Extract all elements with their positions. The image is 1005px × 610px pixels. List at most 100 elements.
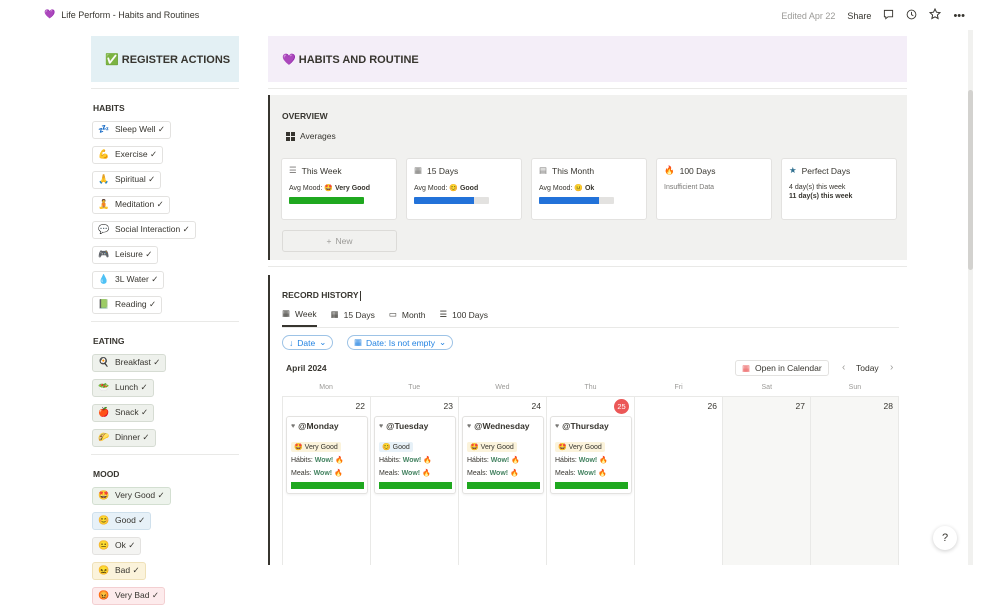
open-in-calendar-button[interactable]: ▦ Open in Calendar [735, 360, 829, 376]
scrollbar-thumb[interactable] [968, 90, 973, 270]
page-title[interactable]: Life Perform - Habits and Routines [61, 10, 199, 20]
card-15-days[interactable]: ▦ 15 Days Avg Mood: 😊 Good [406, 158, 522, 220]
action-button[interactable]: 🍎 Snack ✓ [92, 403, 155, 422]
action-button[interactable]: 💧 3L Water ✓ [92, 270, 165, 289]
breadcrumb[interactable]: 💜 Life Perform - Habits and Routines [44, 9, 199, 20]
action-button[interactable]: 💪 Exercise ✓ [92, 145, 164, 164]
calendar-day-cell[interactable]: 27 [723, 397, 811, 565]
action-button[interactable]: 💤 Sleep Well ✓ [92, 120, 171, 139]
action-button[interactable]: 😖 Bad ✓ [92, 561, 146, 580]
entry-title: @Tuesday [386, 421, 429, 431]
history-icon[interactable] [906, 9, 917, 23]
day-number: 23 [443, 401, 453, 411]
mood-tag-label: Good [392, 444, 410, 451]
comment-icon[interactable] [883, 9, 894, 23]
tab-week[interactable]: ▦ Week [282, 308, 317, 327]
habits-value: Wow! 🔥 [314, 457, 344, 464]
chevron-right-icon[interactable]: › [890, 362, 893, 373]
chevron-left-icon[interactable]: ‹ [842, 362, 845, 373]
progress-bar [379, 482, 452, 489]
calendar-icon: ▦ [742, 362, 751, 373]
action-button[interactable]: 🍳 Breakfast ✓ [92, 353, 167, 372]
button-label: 3L Water ✓ [115, 274, 159, 284]
card-perfect-days[interactable]: ★ Perfect Days 4 day(s) this week 11 day(… [781, 158, 897, 220]
more-options-icon[interactable]: ••• [953, 10, 965, 22]
meals-line: Meals: Wow! 🔥 [555, 469, 627, 477]
divider [91, 88, 239, 89]
star-icon[interactable] [929, 7, 942, 23]
button-label: Bad ✓ [115, 565, 140, 575]
day-of-week: Mon [319, 384, 333, 391]
calendar-day-cell[interactable]: 25 ♥ @Thursday 🤩 Very Good Hábits: Wow! 🔥 Mea… [547, 397, 635, 565]
calendar-day-cell[interactable]: 22 ♥ @Monday 🤩 Very Good Hábits: Wow! 🔥 Meals… [283, 397, 371, 565]
progress-bar [289, 197, 364, 204]
button-label: Good ✓ [115, 515, 146, 525]
emoji-icon: 💧 [98, 274, 110, 284]
card-this-month[interactable]: ▤ This Month Avg Mood: 😐 Ok [531, 158, 647, 220]
tab-month[interactable]: ▭ Month [389, 308, 426, 327]
filter-label: Date [297, 337, 316, 348]
habits-button-list: 💤 Sleep Well ✓ 💪 Exercise ✓ 🙏 Spiritual ✓ 🧘 Med… [91, 119, 239, 319]
calendar-day-cell[interactable]: 23 ♥ @Tuesday 😊 Good Hábits: Wow! 🔥 Meals: Wo… [371, 397, 459, 565]
chevron-down-icon: ⌄ [319, 337, 327, 347]
card-100-days[interactable]: 🔥 100 Days Insufficient Data [656, 158, 772, 220]
calendar-day-cell[interactable]: 28 [811, 397, 899, 565]
card-this-week[interactable]: ☰ This Week Avg Mood: 🤩 Very Good [281, 158, 397, 220]
calendar-day-cell[interactable]: 24 ♥ @Wednesday 🤩 Very Good Hábits: Wow! 🔥 Me… [459, 397, 547, 565]
heart-icon: ♥ [291, 422, 296, 430]
sort-date-filter[interactable]: ↓ Date ⌄ [282, 335, 334, 350]
entry-card[interactable]: ♥ @Wednesday 🤩 Very Good Hábits: Wow! 🔥 Meal… [462, 416, 544, 494]
entry-card[interactable]: ♥ @Tuesday 😊 Good Hábits: Wow! 🔥 Meals: Wow!… [374, 416, 456, 494]
button-label: Lunch ✓ [115, 382, 148, 392]
averages-view-tab[interactable]: Averages [286, 131, 336, 141]
meals-line: Meals: Wow! 🔥 [379, 469, 451, 477]
text-cursor [359, 290, 361, 301]
register-actions-column: ✅ REGISTER ACTIONS HABITS 💤 Sleep Well ✓ 💪… [91, 36, 239, 610]
mood-emoji-icon: 😊 [449, 185, 458, 192]
date-not-empty-filter[interactable]: ▦ Date: Is not empty ⌄ [347, 335, 454, 350]
entry-title: @Wednesday [474, 421, 530, 431]
action-button[interactable]: 😡 Very Bad ✓ [92, 586, 165, 605]
entry-card[interactable]: ♥ @Monday 🤩 Very Good Hábits: Wow! 🔥 Meals: … [286, 416, 368, 494]
edited-timestamp: Edited Apr 22 [781, 10, 836, 21]
action-button[interactable]: 💬 Social Interaction ✓ [92, 220, 196, 239]
habits-section-title: HABITS [93, 103, 125, 113]
emoji-icon: 📗 [98, 299, 110, 309]
meals-value: Wow! 🔥 [401, 470, 431, 477]
help-button[interactable]: ? [933, 526, 957, 550]
arrow-down-icon: ↓ [289, 337, 294, 348]
action-button[interactable]: 📗 Reading ✓ [92, 295, 163, 314]
new-button[interactable]: + New [282, 230, 397, 252]
action-button[interactable]: 🎮 Leisure ✓ [92, 245, 159, 264]
action-button[interactable]: 🙏 Spiritual ✓ [92, 170, 162, 189]
habits-label: Hábits: [291, 457, 315, 464]
action-button[interactable]: 🤩 Very Good ✓ [92, 486, 171, 505]
entry-title: @Thursday [562, 421, 609, 431]
avg-mood-value: Good [459, 185, 479, 192]
meals-label: Meals: [379, 470, 402, 477]
record-history-title[interactable]: RECORD HISTORY [282, 290, 361, 301]
action-button[interactable]: 🧘 Meditation ✓ [92, 195, 170, 214]
action-button[interactable]: 🥗 Lunch ✓ [92, 378, 154, 397]
mood-emoji-icon: 🤩 [470, 444, 479, 451]
tab-100-days[interactable]: ☰ 100 Days [439, 308, 488, 327]
emoji-icon: 😊 [98, 515, 110, 525]
meals-line: Meals: Wow! 🔥 [291, 469, 363, 477]
action-button[interactable]: 😐 Ok ✓ [92, 536, 142, 555]
calendar-day-cell[interactable]: 26 [635, 397, 723, 565]
day-of-week: Wed [495, 384, 510, 391]
tab-15-days[interactable]: ▦ 15 Days [331, 308, 375, 327]
share-button[interactable]: Share [847, 11, 871, 21]
tab-label: Month [401, 309, 426, 320]
action-button[interactable]: 😊 Good ✓ [92, 511, 152, 530]
divider [91, 454, 239, 455]
today-button[interactable]: Today [856, 363, 879, 373]
star-icon: ★ [789, 165, 797, 175]
habits-label: Hábits: [467, 457, 491, 464]
entry-card[interactable]: ♥ @Thursday 🤩 Very Good Hábits: Wow! 🔥 Meals… [550, 416, 632, 494]
card-title: 100 Days [679, 165, 716, 176]
action-button[interactable]: 🌮 Dinner ✓ [92, 428, 156, 447]
progress-bar [291, 482, 364, 489]
card-title: Perfect Days [801, 165, 851, 176]
day-number: 22 [355, 401, 365, 411]
